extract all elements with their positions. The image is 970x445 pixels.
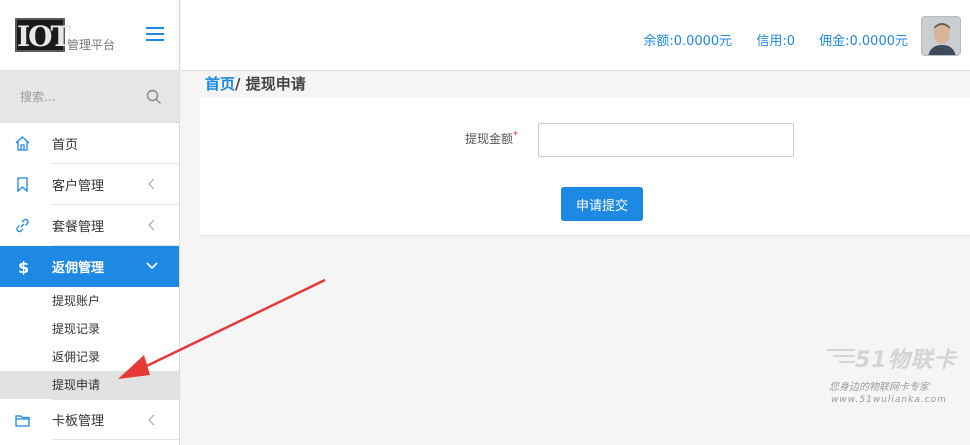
search-icon[interactable]	[146, 89, 162, 105]
credit-stat[interactable]: 信用:0	[756, 34, 795, 49]
speed-lines-icon	[827, 349, 855, 363]
search-input[interactable]	[0, 71, 140, 123]
bookmark-icon	[17, 177, 28, 193]
sidebar-item-label: 卡板管理	[52, 414, 105, 429]
chevron-down-icon	[146, 262, 158, 270]
chevron-left-icon	[148, 219, 155, 231]
sidebar-item-customers[interactable]: 客户管理	[17, 164, 179, 205]
avatar[interactable]	[921, 16, 961, 56]
logo-area: IOT 管理平台	[0, 0, 179, 71]
required-mark: *	[513, 130, 519, 141]
amount-label-text: 提现金额	[465, 132, 514, 146]
top-header: 余额:0.0000元 信用:0 佣金:0.0000元	[181, 0, 970, 71]
logo-subtitle: 管理平台	[67, 38, 116, 52]
submit-request-button[interactable]: 申请提交	[561, 187, 643, 221]
sidebar-search	[0, 71, 179, 123]
commission-stat[interactable]: 佣金:0.0000元	[819, 34, 908, 49]
breadcrumb-separator: /	[235, 75, 241, 93]
sidebar-item-plans[interactable]: 套餐管理	[16, 205, 179, 246]
home-icon	[15, 136, 30, 151]
chevron-left-icon	[148, 414, 155, 426]
breadcrumb-home-link[interactable]: 首页	[205, 75, 235, 93]
sidebar-item-home[interactable]: 首页	[15, 123, 179, 164]
user-avatar-icon	[922, 17, 960, 55]
withdraw-form-panel: 提现金额* 申请提交	[200, 97, 970, 236]
dollar-icon: $	[18, 258, 29, 275]
watermark-slogan: 您身边的物联网卡专家	[829, 382, 929, 393]
svg-text:$: $	[18, 258, 29, 275]
watermark-brand: 51物联卡	[855, 348, 957, 373]
breadcrumb-current: 提现申请	[245, 75, 306, 93]
watermark: 51物联卡 您身边的物联网卡专家 www.51wulianka.com	[825, 342, 965, 412]
menu-toggle-icon[interactable]	[146, 27, 164, 43]
annotation-arrow-icon	[118, 278, 326, 379]
sidebar-nav-lower: 卡板管理	[0, 399, 179, 440]
folder-icon	[15, 415, 30, 427]
logo: IOT	[15, 18, 71, 53]
withdraw-amount-input[interactable]	[538, 123, 794, 157]
account-stats: 余额:0.0000元 信用:0 佣金:0.0000元	[623, 30, 908, 49]
breadcrumb: 首页/ 提现申请	[205, 73, 306, 94]
balance-stat[interactable]: 余额:0.0000元	[643, 34, 732, 49]
sidebar-item-label: 套餐管理	[52, 219, 105, 235]
sidebar-item-label: 首页	[52, 137, 79, 153]
sidebar-item-label: 客户管理	[52, 178, 105, 194]
sidebar-item-label: 返佣管理	[52, 261, 105, 276]
watermark-url: www.51wulianka.com	[831, 395, 947, 405]
amount-label: 提现金额*	[465, 130, 518, 147]
sidebar-nav: 首页 客户管理 套餐管理 $ 返佣管理	[0, 123, 179, 287]
link-icon	[16, 218, 29, 233]
chevron-left-icon	[148, 178, 155, 190]
sidebar-item-cards[interactable]: 卡板管理	[15, 399, 179, 440]
